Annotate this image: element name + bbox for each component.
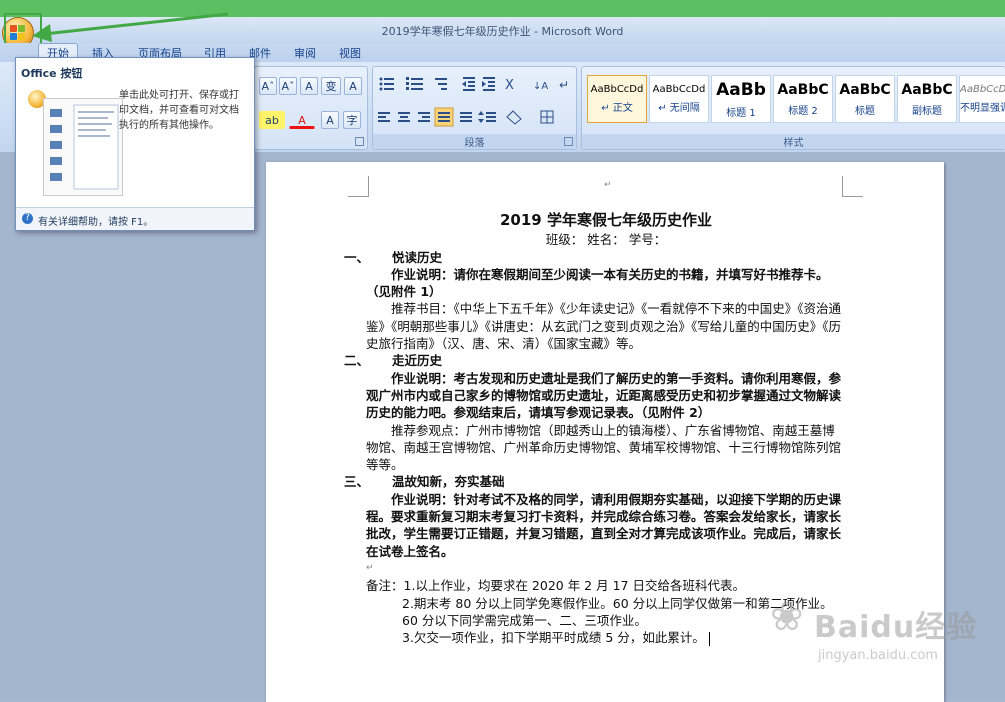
paragraph-dialog-launcher[interactable] xyxy=(564,137,573,146)
line-spacing-icon xyxy=(478,111,496,123)
section-2-instruction: 作业说明：考古发现和历史遗址是我们了解历史的第一手资料。请你利用寒假，参观广州市… xyxy=(366,370,842,421)
section-1-heading: 一、 悦读历史 xyxy=(344,249,443,265)
document-title: 2019 学年寒假七年级历史作业 xyxy=(500,211,712,229)
paw-icon: ❀ xyxy=(770,594,804,640)
style-title[interactable]: AaBbC 标题 xyxy=(835,75,895,123)
highlight-button[interactable]: ab xyxy=(259,111,285,129)
show-marks-icon: ↵ xyxy=(559,78,569,92)
section-2-body: 推荐参观点：广州市博物馆（即越秀山上的镇海楼）、广东省博物馆、南越王墓博物馆、南… xyxy=(366,422,842,473)
grow-font-button[interactable]: Aˆ xyxy=(259,77,277,95)
empty-paragraph: ↵ xyxy=(366,562,374,573)
align-right-icon xyxy=(418,112,430,122)
shrink-font-button[interactable]: Aˇ xyxy=(279,77,297,95)
section-1-instruction: 作业说明：请你在寒假期间至少阅读一本有关历史的书籍，并填写好书推荐卡。（见附件 … xyxy=(366,266,829,300)
section-3-heading: 三、 温故知新，夯实基础 xyxy=(344,474,505,490)
help-icon: ? xyxy=(22,213,33,224)
enclose-char-button[interactable]: 字 xyxy=(343,111,361,129)
align-left-icon xyxy=(378,112,390,122)
increase-indent-icon xyxy=(482,77,495,91)
style-no-spacing[interactable]: AaBbCcDd ↵ 无间隔 xyxy=(649,75,709,123)
info-line: 班级： 姓名： 学号： xyxy=(545,232,667,248)
shading-icon xyxy=(506,110,522,125)
style-subtle-emphasis[interactable]: AaBbCcDd 不明显强调 xyxy=(959,75,1005,123)
tab-view[interactable]: 视图 xyxy=(339,45,361,61)
paragraph-mark: ↵ xyxy=(604,180,612,190)
tooltip-description: 单击此处可打开、保存或打印文档，并可查看可对文档执行的所有其他操作。 xyxy=(119,90,239,131)
office-button-tooltip: Office 按钮 单击此处可打开、保存或打印文档，并可查看可对文档执行的所有其… xyxy=(15,57,255,231)
character-border-button[interactable]: A xyxy=(344,77,362,95)
numbering-icon xyxy=(406,77,423,90)
character-shading-button[interactable]: A xyxy=(321,111,339,129)
svg-text:↓A: ↓A xyxy=(533,81,548,92)
styles-group-label: 样式 xyxy=(582,134,1005,149)
multilevel-list-icon xyxy=(435,78,447,90)
paragraph-group-label: 段落 xyxy=(373,134,576,149)
style-subtitle[interactable]: AaBbC 副标题 xyxy=(897,75,957,123)
style-heading-2[interactable]: AaBbC 标题 2 xyxy=(773,75,833,123)
font-dialog-launcher[interactable] xyxy=(355,137,364,146)
tab-review[interactable]: 审阅 xyxy=(294,45,316,61)
crop-mark-top-right xyxy=(842,176,863,197)
distributed-icon xyxy=(460,112,472,122)
paragraph-buttons: X ↓A ↵ xyxy=(378,77,569,127)
phonetic-guide-button[interactable]: 变 xyxy=(321,77,341,95)
section-3-instruction: 作业说明：针对考试不及格的同学，请利用假期夯实基础，以迎接下学期的历史课程。要求… xyxy=(366,491,842,559)
chinese-layout-icon: X xyxy=(505,78,514,93)
baidu-watermark: ❀ Baidu经验 jingyan.baidu.com xyxy=(770,594,978,663)
text-cursor xyxy=(708,631,710,646)
style-normal[interactable]: AaBbCcDd ↵ 正文 xyxy=(587,75,647,123)
svg-text:X: X xyxy=(505,78,514,93)
styles-group: AaBbCcDd ↵ 正文 AaBbCcDd ↵ 无间隔 AaBb 标题 1 A… xyxy=(581,66,1005,150)
justify-icon xyxy=(438,112,450,122)
clear-format-button[interactable]: A xyxy=(300,77,318,95)
align-center-icon xyxy=(398,112,410,122)
document-body: 2019 学年寒假七年级历史作业 班级： 姓名： 学号： 一、 悦读历史 作业说明… xyxy=(344,211,846,646)
font-color-button[interactable]: A xyxy=(289,111,315,129)
decrease-indent-icon xyxy=(462,77,475,91)
paragraph-group: X ↓A ↵ 段落 xyxy=(372,66,577,150)
tooltip-footer: ? 有关详细帮助，请按 F1。 xyxy=(16,207,254,230)
office-menu-preview xyxy=(43,98,123,196)
section-1-body: 推荐书目：《中华上下五千年》《少年读史记》《一看就停不下来的中国史》《资治通鉴》… xyxy=(366,301,842,352)
style-heading-1[interactable]: AaBb 标题 1 xyxy=(711,75,771,123)
bullets-icon xyxy=(379,77,394,91)
crop-mark-top-left xyxy=(348,176,369,197)
font-group: Aˆ Aˇ A 变 A ab A A 字 xyxy=(254,66,368,150)
tooltip-title: Office 按钮 xyxy=(21,67,83,80)
sort-icon: ↓A xyxy=(533,81,548,92)
svg-text:↵: ↵ xyxy=(559,78,569,92)
pointer-arrow-icon xyxy=(32,12,229,42)
section-2-heading: 二、 走近历史 xyxy=(344,353,443,369)
borders-icon xyxy=(540,110,554,124)
